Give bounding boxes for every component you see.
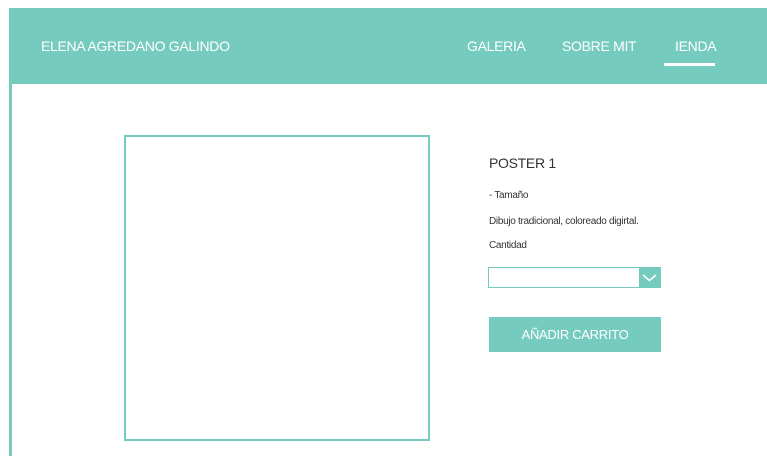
site-header: ELENA AGREDANO GALINDO GALERIA SOBRE MIT… bbox=[9, 8, 767, 84]
chevron-down-icon[interactable] bbox=[639, 268, 660, 287]
nav-item-galeria[interactable]: GALERIA bbox=[467, 38, 526, 54]
quantity-label: Cantidad bbox=[489, 240, 527, 251]
chevron-down-icon-svg bbox=[642, 274, 657, 282]
nav-item-tienda[interactable]: IENDA bbox=[675, 38, 717, 54]
product-title: POSTER 1 bbox=[489, 155, 556, 171]
add-to-cart-button[interactable]: AÑADIR CARRITO bbox=[489, 317, 661, 352]
product-description: Dibujo tradicional, coloreado digirtal. bbox=[489, 216, 639, 227]
product-image-placeholder bbox=[124, 135, 430, 441]
site-brand[interactable]: ELENA AGREDANO GALINDO bbox=[41, 38, 230, 54]
left-border-accent bbox=[9, 84, 12, 456]
quantity-select[interactable] bbox=[488, 267, 661, 288]
nav-item-sobre-mi[interactable]: SOBRE MIT bbox=[562, 38, 637, 54]
active-nav-indicator bbox=[664, 63, 715, 66]
product-size-label: - Tamaño bbox=[489, 190, 529, 201]
